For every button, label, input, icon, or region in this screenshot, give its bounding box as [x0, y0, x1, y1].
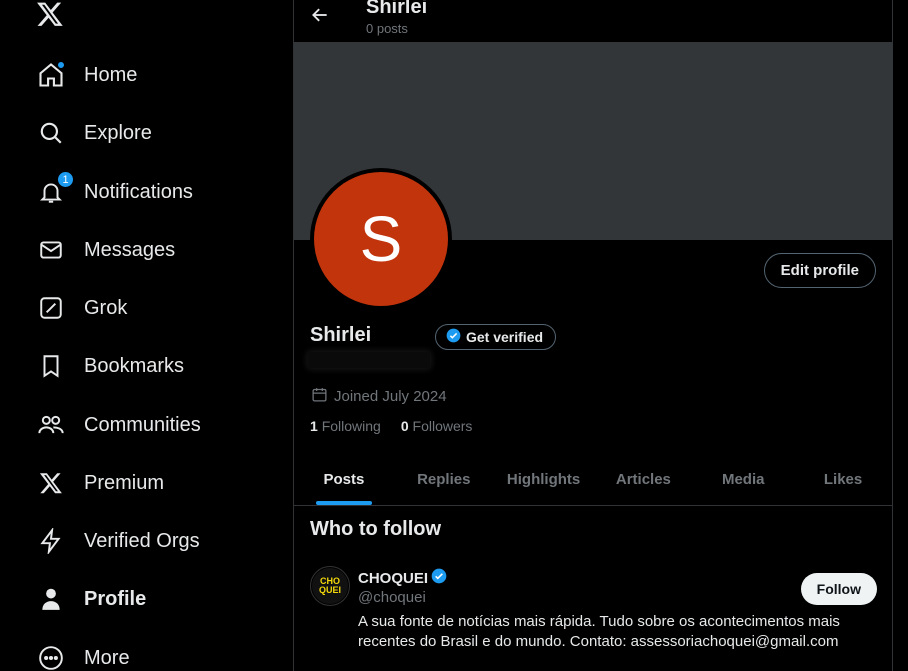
avatar[interactable]: S: [310, 168, 452, 310]
nav-label: Messages: [84, 238, 176, 261]
tab-likes[interactable]: Likes: [793, 454, 893, 505]
suggestion-handle: @choquei: [358, 589, 426, 606]
tab-highlights[interactable]: Highlights: [494, 454, 594, 505]
edit-profile-button[interactable]: Edit profile: [763, 253, 876, 288]
suggestion-avatar[interactable]: CHO QUEI: [310, 566, 350, 606]
nav-label: Notifications: [84, 180, 193, 203]
bell-icon: 1: [36, 171, 74, 207]
following-count: 1: [310, 418, 318, 434]
get-verified-label: Get verified: [466, 329, 544, 345]
avatar-letter: S: [314, 172, 448, 306]
nav-label: Grok: [84, 296, 128, 319]
get-verified-button[interactable]: Get verified: [435, 324, 557, 350]
nav-label: Explore: [84, 121, 152, 144]
header-post-count: 0 posts: [366, 21, 408, 36]
tab-media[interactable]: Media: [693, 454, 793, 505]
tab-replies[interactable]: Replies: [394, 454, 494, 505]
nav-explore[interactable]: Explore: [36, 109, 152, 157]
followers-link[interactable]: 0 Followers: [401, 418, 473, 434]
nav-communities[interactable]: Communities: [36, 401, 201, 449]
nav-home[interactable]: Home: [36, 51, 137, 99]
nav-more[interactable]: More: [36, 634, 130, 671]
more-circle-icon: [36, 643, 66, 671]
notification-badge: 1: [57, 171, 74, 188]
x-logo-icon: [36, 468, 66, 498]
followers-count: 0: [400, 418, 409, 434]
nav-label: More: [84, 646, 130, 669]
nav-label: Communities: [84, 413, 201, 436]
home-icon: [36, 60, 66, 90]
people-icon: [36, 410, 66, 440]
followers-label: Followers: [412, 418, 473, 434]
profile-header-bar: Shirlei 0 posts: [294, 0, 893, 42]
profile-column: Shirlei 0 posts S Edit profile Shirlei G…: [293, 0, 893, 671]
following-link[interactable]: 1 Following: [310, 418, 381, 434]
nav-notifications[interactable]: 1 Notifications: [36, 168, 193, 216]
suggestion-bio: A sua fonte de notícias mais rápida. Tud…: [358, 613, 840, 650]
who-to-follow-title: Who to follow: [310, 518, 442, 540]
nav-profile[interactable]: Profile: [36, 575, 146, 623]
tab-articles[interactable]: Articles: [593, 454, 693, 505]
unread-dot: [57, 61, 65, 69]
nav-verified-orgs[interactable]: Verified Orgs: [36, 517, 200, 565]
header-name: Shirlei: [366, 0, 428, 18]
search-icon: [36, 118, 66, 148]
nav-label: Bookmarks: [84, 354, 185, 377]
nav-label: Premium: [84, 471, 165, 494]
nav-label: Verified Orgs: [84, 529, 200, 552]
joined-text: Joined July 2024: [334, 388, 447, 405]
lightning-icon: [36, 526, 66, 556]
choquei-logo: CHO QUEI: [312, 568, 348, 604]
grok-icon: [36, 293, 66, 323]
joined-date: Joined July 2024: [311, 386, 447, 407]
envelope-icon: [36, 235, 66, 265]
tab-posts[interactable]: Posts: [294, 454, 394, 505]
nav-label: Home: [84, 63, 138, 86]
redacted-handle: [308, 352, 430, 368]
nav-bookmarks[interactable]: Bookmarks: [36, 342, 184, 390]
profile-tabs: Posts Replies Highlights Articles Media …: [294, 454, 893, 506]
follow-stats: 1 Following 0 Followers: [310, 418, 472, 434]
x-logo-icon[interactable]: [36, 0, 68, 32]
person-icon: [36, 584, 66, 614]
nav-grok[interactable]: Grok: [36, 284, 127, 332]
nav-premium[interactable]: Premium: [36, 459, 164, 507]
nav-messages[interactable]: Messages: [36, 226, 175, 274]
verified-badge-icon: [446, 328, 461, 346]
sidebar: Home Explore 1 Notifications Messages Gr…: [0, 0, 293, 671]
suggestion-name[interactable]: CHOQUEI: [358, 568, 447, 588]
bookmark-icon: [36, 351, 66, 381]
follow-button[interactable]: Follow: [800, 573, 877, 605]
verified-badge-icon: [431, 568, 447, 588]
back-arrow-icon[interactable]: [310, 5, 332, 27]
following-label: Following: [321, 418, 381, 434]
calendar-icon: [311, 386, 328, 407]
display-name: Shirlei: [310, 324, 372, 346]
nav-label: Profile: [84, 587, 147, 610]
